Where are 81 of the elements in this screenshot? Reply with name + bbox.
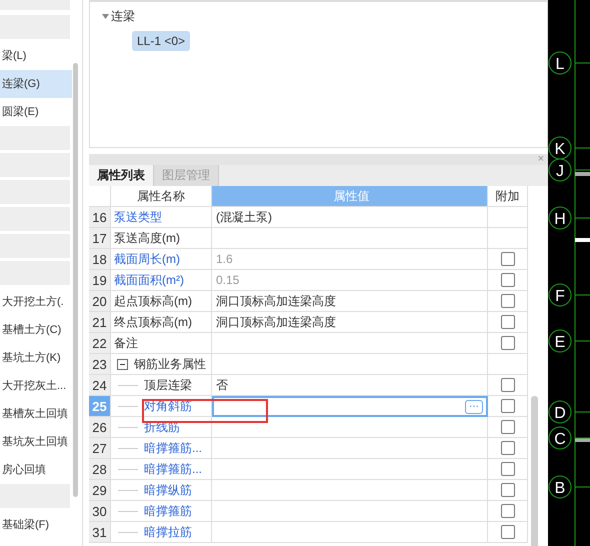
property-value: 洞口顶标高加连梁高度 (212, 312, 488, 333)
row-number: 20 (89, 291, 111, 312)
panel-tab[interactable]: 属性列表 (89, 165, 154, 186)
attach-checkbox[interactable] (500, 462, 514, 476)
property-name: 泵送类型 (111, 207, 212, 228)
more-button[interactable]: ··· (465, 400, 483, 414)
scrollbar[interactable] (531, 396, 538, 546)
scrollbar[interactable] (73, 63, 78, 497)
component-item[interactable]: 房心回填 (0, 456, 72, 484)
property-name: 泵送高度(m) (111, 228, 212, 249)
header-cell (89, 186, 111, 207)
component-item[interactable]: 基槽灰土回填 (0, 400, 72, 428)
axis-label: J (556, 163, 564, 180)
property-name: 顶层连梁 (111, 375, 212, 396)
property-name: 截面周长(m) (111, 249, 212, 270)
property-value: 1.6 (212, 249, 488, 270)
property-name: 暗撑箍筋... (111, 438, 212, 459)
row-number: 16 (89, 207, 111, 228)
component-item[interactable]: 连梁(G) (0, 70, 72, 98)
component-item[interactable]: 基槽土方(C) (0, 316, 72, 344)
attach-checkbox[interactable] (500, 294, 514, 308)
tree-node[interactable]: 连梁 (111, 8, 135, 25)
axis-label: L (556, 56, 564, 73)
component-item[interactable]: 大开挖土方(. (0, 288, 72, 316)
property-name: 起点顶标高(m) (111, 291, 212, 312)
row-number: 30 (89, 501, 111, 522)
property-name: 钢筋业务属性 (111, 354, 212, 375)
component-item[interactable]: 大开挖灰土... (0, 372, 72, 400)
column-header: 附加 (488, 186, 528, 207)
component-item[interactable]: 基坑灰土回填 (0, 428, 72, 456)
attach-checkbox[interactable] (500, 525, 514, 539)
attach-checkbox[interactable] (500, 441, 514, 455)
axis-label: C (554, 431, 566, 448)
property-name: 暗撑箍筋 (111, 501, 212, 522)
property-name: 暗撑纵筋 (111, 480, 212, 501)
attach-checkbox[interactable] (500, 504, 514, 518)
property-value: 否 (212, 375, 488, 396)
tree-node[interactable]: LL-1 <0> (132, 31, 190, 51)
attach-checkbox[interactable] (500, 378, 514, 392)
axis-label: F (555, 288, 565, 305)
attach-checkbox[interactable] (500, 420, 514, 434)
property-value: 0.15 (212, 270, 488, 291)
row-number: 21 (89, 312, 111, 333)
property-value: (混凝土泵) (212, 207, 488, 228)
row-number: 17 (89, 228, 111, 249)
row-number: 24 (89, 375, 111, 396)
column-header: 属性值 (212, 186, 488, 207)
component-item[interactable]: 基础梁(F) (0, 511, 72, 539)
property-value: 洞口顶标高加连梁高度 (212, 291, 488, 312)
value-input-field[interactable]: ··· (212, 396, 488, 417)
row-number: 23 (89, 354, 111, 375)
column-header: 属性名称 (111, 186, 212, 207)
attach-checkbox[interactable] (500, 399, 514, 413)
property-name: 暗撑拉筋 (111, 522, 212, 543)
component-item[interactable]: 圆梁(E) (0, 98, 72, 126)
attach-checkbox[interactable] (500, 483, 514, 497)
row-number: 27 (89, 438, 111, 459)
row-number: 18 (89, 249, 111, 270)
property-name: 备注 (111, 333, 212, 354)
component-item[interactable]: 梁(L) (0, 42, 72, 70)
property-name: 终点顶标高(m) (111, 312, 212, 333)
row-number: 26 (89, 417, 111, 438)
axis-label: B (554, 480, 566, 497)
axis-label: D (554, 405, 566, 422)
axis-label: K (554, 141, 566, 158)
component-item[interactable]: 基坑土方(K) (0, 344, 72, 372)
axis-label: H (554, 211, 566, 228)
property-name: 对角斜筋 (111, 396, 212, 417)
property-name: 截面面积(m²) (111, 270, 212, 291)
row-number: 22 (89, 333, 111, 354)
row-number: 28 (89, 459, 111, 480)
attach-checkbox[interactable] (500, 336, 514, 350)
row-number: 25 (89, 396, 111, 417)
attach-checkbox[interactable] (500, 315, 514, 329)
row-number: 19 (89, 270, 111, 291)
collapse-icon[interactable] (117, 358, 128, 370)
caret-icon[interactable] (102, 14, 109, 19)
row-number: 29 (89, 480, 111, 501)
axis-label: E (554, 334, 566, 351)
property-name: 暗撑箍筋... (111, 459, 212, 480)
row-number: 31 (89, 522, 111, 543)
